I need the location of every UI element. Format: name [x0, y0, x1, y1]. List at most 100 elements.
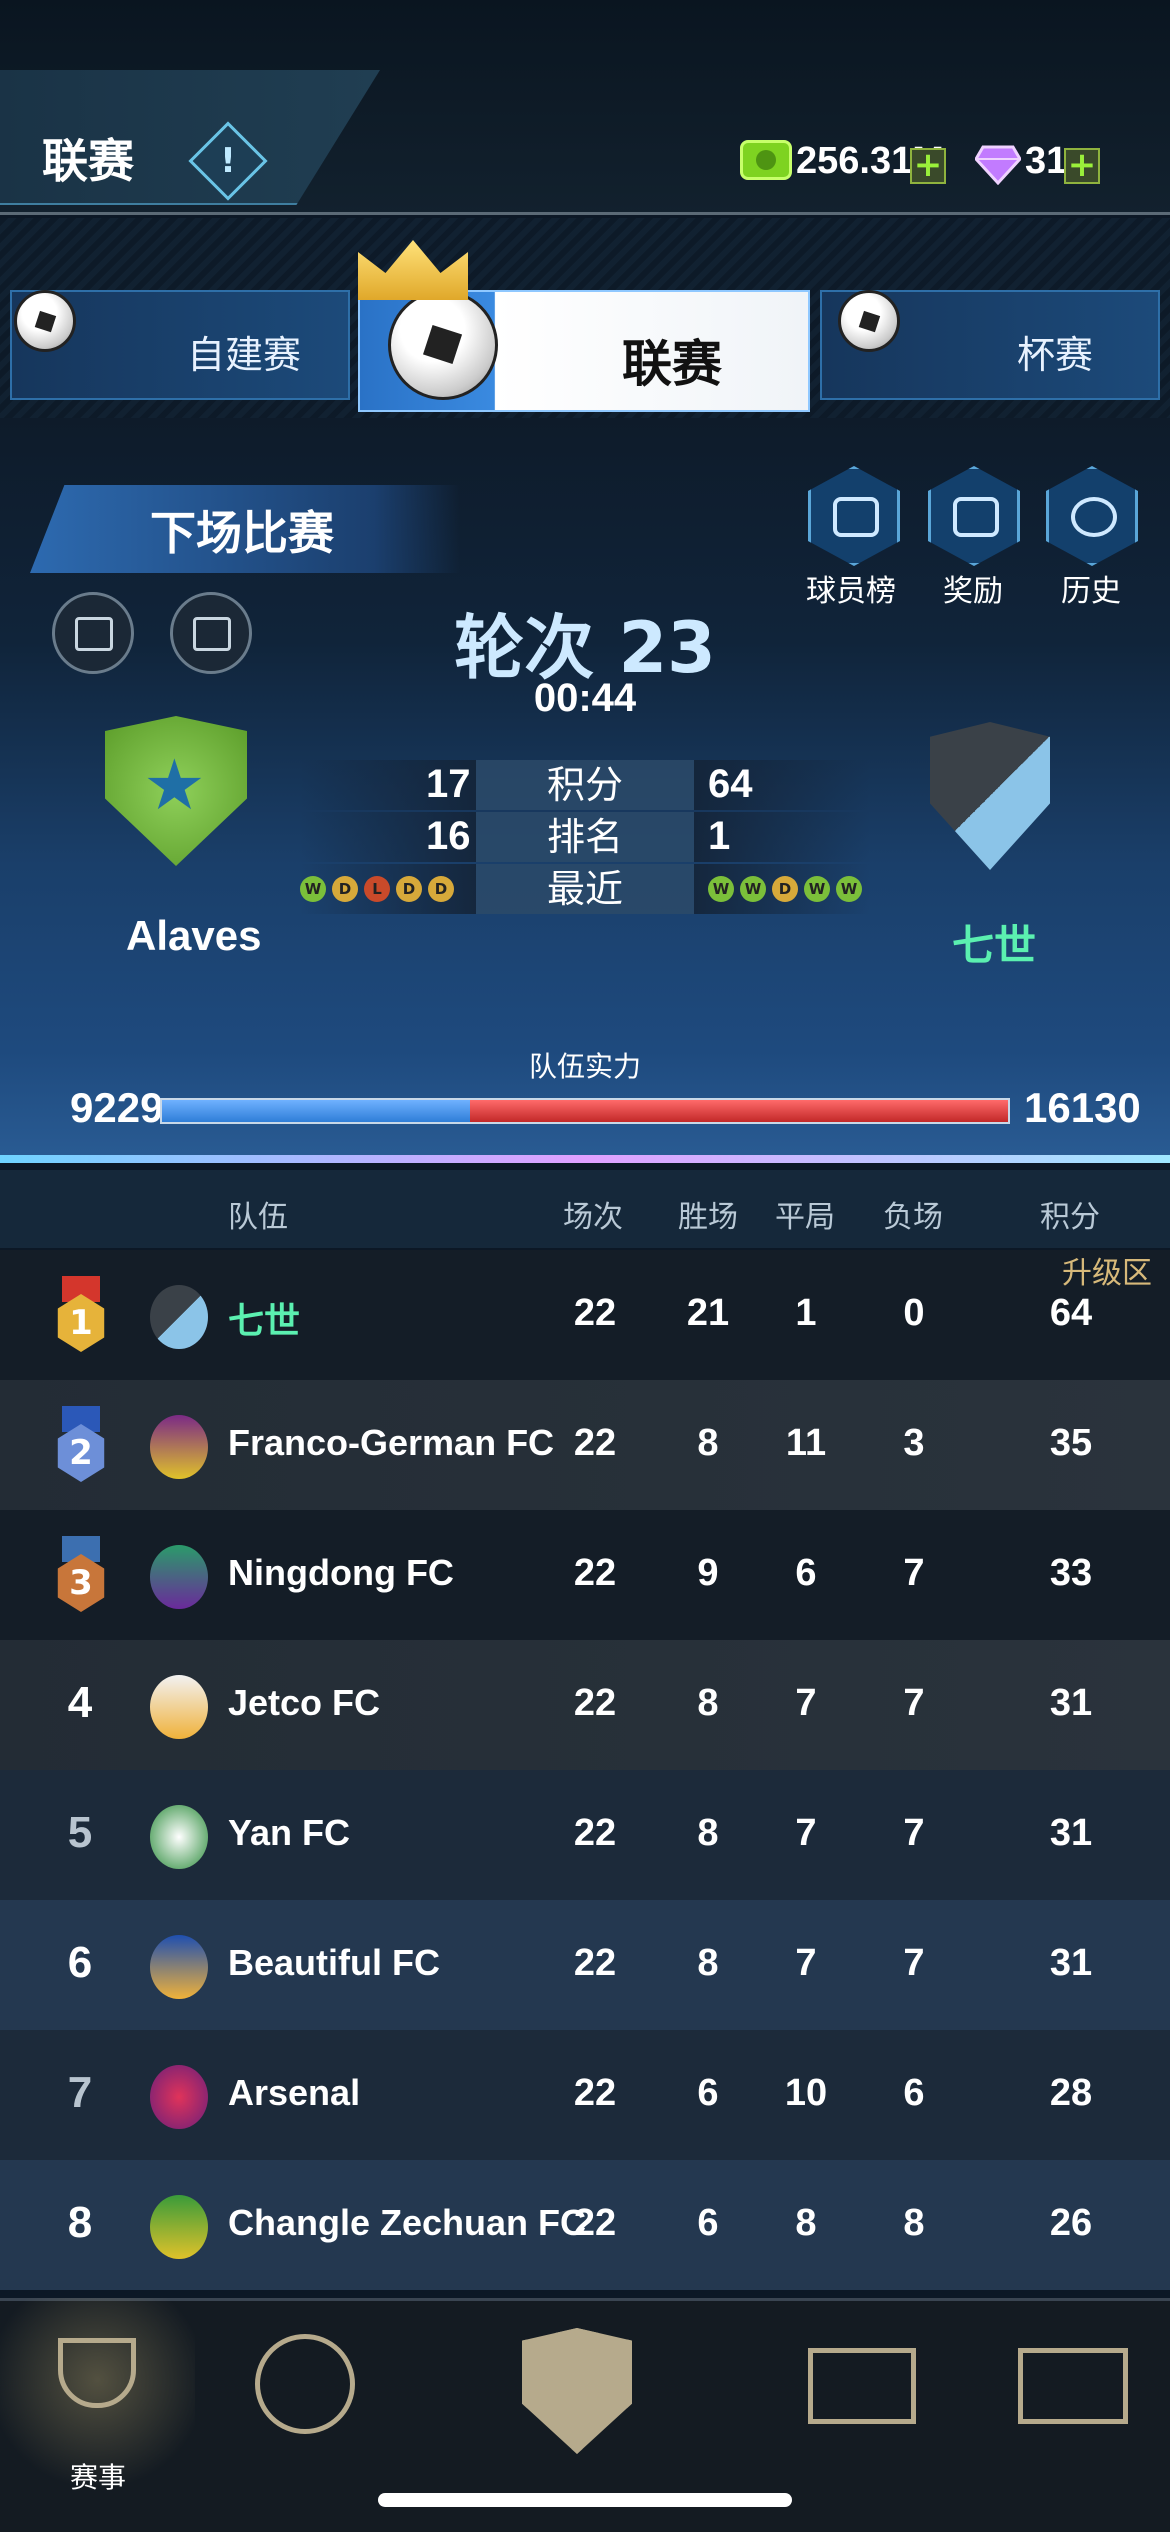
lost-cell: 0: [903, 1292, 925, 1334]
drawn-cell: 6: [795, 1552, 817, 1594]
drawn-cell: 7: [795, 1942, 817, 1984]
won-cell: 8: [697, 1422, 719, 1464]
lost-cell: 8: [903, 2202, 925, 2244]
strength-label: 队伍实力: [528, 1050, 641, 1083]
tab-label: 自建赛: [187, 333, 302, 377]
table-row[interactable]: 3 Ningdong FC 22 9 6 7 33: [0, 1510, 1170, 1640]
stat-label: 最近: [476, 864, 694, 914]
points-cell: 26: [1049, 2202, 1093, 2244]
divider: [0, 212, 1170, 215]
away-rank: 1: [708, 814, 731, 858]
team-name: Jetco FC: [228, 1682, 381, 1723]
medal-icon: [1071, 497, 1117, 537]
table-row[interactable]: 2 Franco-German FC 22 8 11 3 35: [0, 1380, 1170, 1510]
team-name: Ningdong FC: [228, 1552, 454, 1593]
promotion-zone-label: 升级区: [1062, 1256, 1152, 1291]
home-strength-fill: [162, 1100, 470, 1122]
lost-cell: 7: [903, 1682, 925, 1724]
nav-label: 赛事: [70, 2461, 127, 2494]
tab-label: 杯赛: [1017, 333, 1094, 377]
lost-cell: 7: [903, 1812, 925, 1854]
rank-number: 7: [67, 2068, 93, 2117]
team-name: 七世: [228, 1300, 301, 1341]
played-cell: 22: [573, 1682, 617, 1724]
points-cell: 28: [1049, 2072, 1093, 2114]
nav-tab-match[interactable]: [1000, 2298, 1170, 2532]
played-cell: 22: [573, 1812, 617, 1854]
nav-tab-competitions[interactable]: [0, 2298, 195, 2532]
won-cell: 8: [697, 1682, 719, 1724]
team-name: Franco-German FC: [228, 1422, 555, 1463]
rank-medal-icon: 1: [52, 1276, 110, 1352]
stat-row-recent: 最近 W D L D D W W D W W: [300, 864, 870, 914]
home-indicator: [378, 2493, 792, 2507]
form-result: L: [364, 876, 390, 902]
rank-number: 8: [67, 2198, 93, 2247]
form-result: W: [300, 876, 326, 902]
table-row[interactable]: 4 Jetco FC 22 8 7 7 31: [0, 1640, 1170, 1770]
points-cell: 33: [1049, 1552, 1093, 1594]
away-team-name: 七世: [952, 922, 1037, 969]
globe-icon: [255, 2334, 355, 2434]
trophy-ball-icon: [838, 290, 900, 352]
cash-icon: [740, 140, 792, 180]
lost-cell: 7: [903, 1942, 925, 1984]
club-crest-icon: [522, 2328, 632, 2454]
drawn-cell: 8: [795, 2202, 817, 2244]
won-cell: 8: [697, 1812, 719, 1854]
home-rank: 16: [426, 814, 471, 858]
lost-cell: 3: [903, 1422, 925, 1464]
won-cell: 8: [697, 1942, 719, 1984]
points-cell: 31: [1049, 1682, 1093, 1724]
rank-number: 6: [67, 1938, 93, 1987]
stat-label: 排名: [476, 812, 694, 862]
points-cell: 31: [1049, 1812, 1093, 1854]
points-cell: 31: [1049, 1942, 1093, 1984]
rank-number: 4: [67, 1678, 93, 1727]
team-crest-icon: [150, 1545, 208, 1609]
col-played: 场次: [563, 1200, 623, 1235]
played-cell: 22: [573, 2202, 617, 2244]
gem-value: 31: [1025, 140, 1068, 182]
goal-icon: [1018, 2348, 1128, 2424]
table-row[interactable]: 5 Yan FC 22 8 7 7 31: [0, 1770, 1170, 1900]
table-row[interactable]: 7 Arsenal 22 6 10 6 28: [0, 2030, 1170, 2160]
table-row[interactable]: 1 七世 22 21 1 0 64: [0, 1250, 1170, 1380]
form-result: W: [740, 876, 766, 902]
team-name: Beautiful FC: [228, 1942, 440, 1983]
nav-tab-tactics[interactable]: [790, 2298, 985, 2532]
add-gems-button[interactable]: +: [1064, 148, 1100, 184]
played-cell: 22: [573, 1422, 617, 1464]
stat-label: 积分: [476, 760, 694, 810]
points-cell: 35: [1049, 1422, 1093, 1464]
add-money-button[interactable]: +: [910, 148, 946, 184]
team-name: Arsenal: [228, 2072, 361, 2113]
pitch-icon: [808, 2348, 916, 2424]
table-row[interactable]: 8 Changle Zechuan FC 22 6 8 8 26: [0, 2160, 1170, 2290]
trophy-icon: [58, 2338, 136, 2408]
won-cell: 6: [697, 2202, 719, 2244]
form-result: D: [428, 876, 454, 902]
drawn-cell: 7: [795, 1682, 817, 1724]
rank-number: 5: [67, 1808, 93, 1857]
rank-number: 1: [57, 1294, 105, 1352]
diamond-icon: [975, 145, 1021, 185]
played-cell: 22: [573, 1942, 617, 1984]
won-cell: 21: [686, 1292, 730, 1334]
team-crest-icon: [150, 1675, 208, 1739]
form-result: W: [836, 876, 862, 902]
form-result: D: [772, 876, 798, 902]
played-cell: 22: [573, 1292, 617, 1334]
table-row[interactable]: 6 Beautiful FC 22 8 7 7 31: [0, 1900, 1170, 2030]
team-name: Yan FC: [228, 1812, 351, 1853]
col-lost: 负场: [883, 1200, 943, 1235]
page-title: 联赛: [42, 134, 134, 188]
countdown-timer: 00:44: [533, 676, 637, 720]
col-won: 胜场: [678, 1200, 738, 1235]
team-crest-icon: [150, 1805, 208, 1869]
team-crest-icon: [150, 2195, 208, 2259]
rank-number: 2: [57, 1424, 105, 1482]
form-result: W: [804, 876, 830, 902]
team-name: Changle Zechuan FC: [228, 2202, 587, 2243]
home-team-name: Alaves: [126, 912, 262, 959]
